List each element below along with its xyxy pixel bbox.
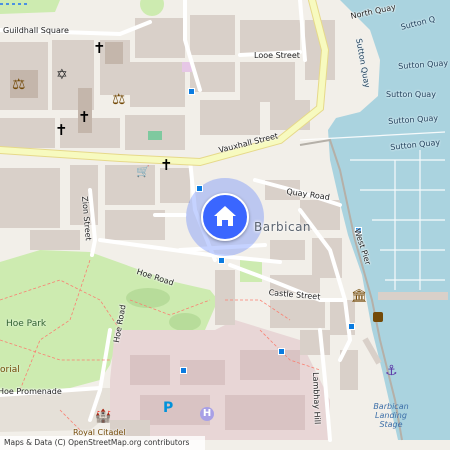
bus-stop-icon[interactable] <box>278 348 285 355</box>
street-label-hoe-promenade: Hoe Promenade <box>0 387 62 396</box>
hospital-icon[interactable]: H <box>200 407 214 421</box>
bus-stop-icon[interactable] <box>348 323 355 330</box>
castle-icon[interactable]: 🏰 <box>95 410 111 423</box>
bus-stop-icon[interactable] <box>196 185 203 192</box>
museum-icon[interactable]: 🏛 <box>351 290 368 303</box>
cross-icon[interactable]: ✝ <box>55 123 68 138</box>
bus-stop-icon[interactable] <box>188 88 195 95</box>
monument-icon[interactable] <box>373 312 383 322</box>
area-label-barbican: Barbican <box>254 220 312 234</box>
location-pin-center[interactable] <box>201 193 249 241</box>
cross-icon[interactable]: ✝ <box>78 110 91 125</box>
poi-label-barbican-landing-stage: Barbican Landing Stage <box>373 402 409 430</box>
street-label-looe-street: Looe Street <box>254 51 300 60</box>
scales-icon[interactable]: ⚖ <box>12 77 25 92</box>
park-label-memorial: orial <box>0 365 20 375</box>
street-label-lambhay-hill: Lambhay Hill <box>311 371 322 425</box>
map-view[interactable]: ✝ ✡ ⚖ ⚖ ✝ ✝ ✝ 🛒 🏛 ⚓ 🏰 P H Guildhall Squa… <box>0 0 450 450</box>
street-label-guildhall-square: Guildhall Square <box>3 26 69 35</box>
bus-stop-icon[interactable] <box>218 257 225 264</box>
star-of-david-icon[interactable]: ✡ <box>56 68 68 82</box>
quay-label-sutton-quay: Sutton Quay <box>386 90 436 99</box>
bus-stop-icon[interactable] <box>180 367 187 374</box>
shopping-cart-icon[interactable]: 🛒 <box>136 166 150 177</box>
map-attribution[interactable]: Maps & Data (C) OpenStreetMap.org contri… <box>0 436 205 450</box>
cross-icon[interactable]: ✝ <box>160 158 173 173</box>
anchor-icon[interactable]: ⚓ <box>385 364 398 378</box>
home-icon <box>214 206 236 226</box>
parking-icon[interactable]: P <box>163 401 173 415</box>
cross-icon[interactable]: ✝ <box>93 41 106 56</box>
park-label-hoe-park: Hoe Park <box>6 319 47 329</box>
scales-icon[interactable]: ⚖ <box>112 92 125 107</box>
